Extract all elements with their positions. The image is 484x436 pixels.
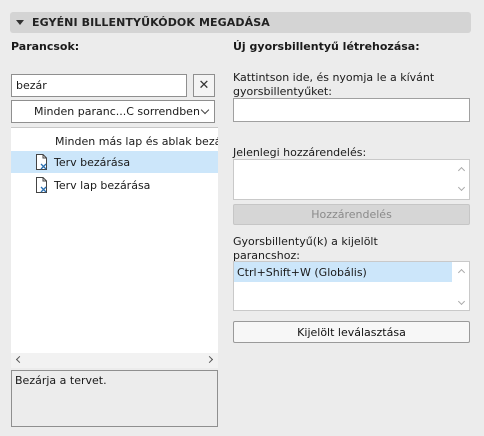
list-item-label: Terv lap bezárása xyxy=(54,178,151,192)
shortcut-capture-input[interactable] xyxy=(233,98,470,122)
command-description: Bezárja a tervet. xyxy=(11,370,218,427)
collapse-triangle-icon[interactable] xyxy=(16,20,24,25)
scroll-up-icon[interactable] xyxy=(457,268,466,277)
shortcut-list-item[interactable]: Ctrl+Shift+W (Globális) xyxy=(234,262,452,282)
section-header[interactable]: EGYÉNI BILLENTYŰKÓDOK MEGADÁSA xyxy=(10,12,471,33)
shortcuts-for-selected-label: Gyorsbillentyű(k) a kijelölt parancshoz: xyxy=(233,235,378,262)
scroll-up-icon[interactable] xyxy=(457,166,466,175)
chevron-down-icon xyxy=(200,105,210,114)
scroll-left-icon[interactable] xyxy=(15,355,24,364)
sort-dropdown-value: Minden paranc...C sorrendben xyxy=(34,105,200,118)
sort-dropdown[interactable]: Minden paranc...C sorrendben xyxy=(11,100,215,123)
shortcut-instruction: Kattintson ide, és nyomja le a kívánt gy… xyxy=(233,71,435,98)
section-title: EGYÉNI BILLENTYŰKÓDOK MEGADÁSA xyxy=(32,16,270,29)
detach-selected-button[interactable]: Kijelölt leválasztása xyxy=(233,321,470,343)
shortcut-text: Ctrl+Shift+W (Globális) xyxy=(237,265,367,279)
scroll-down-icon[interactable] xyxy=(457,183,466,192)
list-item-label: Minden más lap és ablak bezárása xyxy=(55,134,218,148)
assigned-shortcuts-list[interactable]: Ctrl+Shift+W (Globális) xyxy=(233,261,470,311)
scroll-down-icon[interactable] xyxy=(457,297,466,306)
list-item[interactable]: Minden más lap és ablak bezárása xyxy=(11,130,218,152)
list-item[interactable]: Terv lap bezárása xyxy=(11,174,218,196)
scroll-right-icon[interactable] xyxy=(205,355,214,364)
current-assignment-label: Jelenlegi hozzárendelés: xyxy=(233,146,367,159)
assign-button[interactable]: Hozzárendelés xyxy=(233,204,470,225)
list-item-label: Terv bezárása xyxy=(54,155,131,169)
description-text: Bezárja a tervet. xyxy=(15,374,107,387)
new-shortcut-label: Új gyorsbillentyű létrehozása: xyxy=(233,40,420,53)
document-close-icon xyxy=(35,154,48,170)
close-icon: ✕ xyxy=(198,78,210,93)
document-close-icon xyxy=(35,177,48,193)
list-item[interactable]: Terv bezárása xyxy=(11,151,218,173)
clear-search-button[interactable]: ✕ xyxy=(193,74,215,97)
command-list[interactable]: Minden más lap és ablak bezárása Terv be… xyxy=(11,127,218,353)
current-assignment-field xyxy=(233,159,470,200)
horizontal-scrollbar[interactable] xyxy=(11,353,218,368)
commands-label: Parancsok: xyxy=(11,40,80,53)
command-search-input[interactable]: bezár xyxy=(11,74,187,97)
